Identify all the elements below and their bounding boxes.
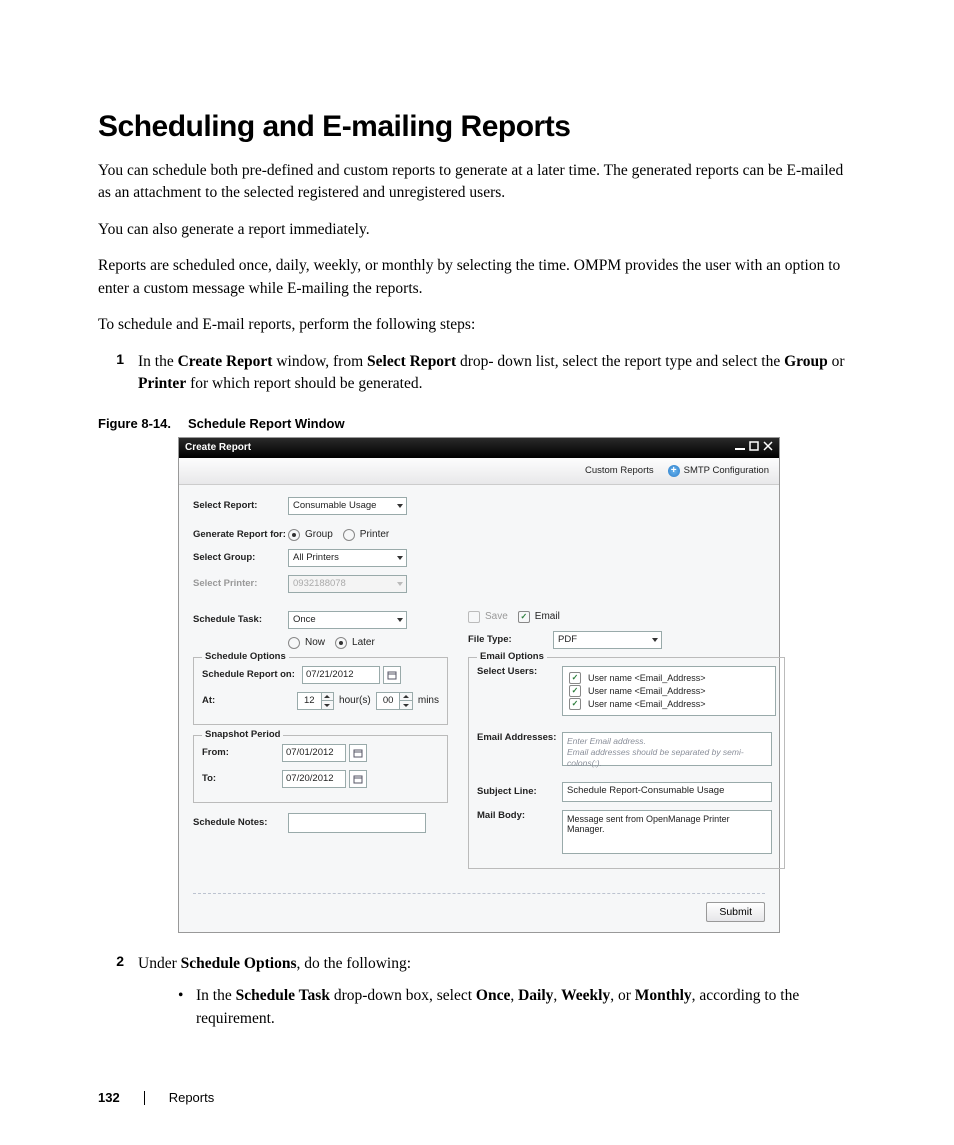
chevron-down-icon — [397, 504, 403, 508]
figure-caption: Figure 8-14.Schedule Report Window — [98, 416, 856, 431]
snapshot-period-fieldset: Snapshot Period From: 07/01/2012 To: 07/… — [193, 735, 448, 803]
schedule-on-label: Schedule Report on: — [202, 669, 302, 680]
para-3: Reports are scheduled once, daily, weekl… — [98, 255, 856, 300]
chevron-down-icon — [397, 582, 403, 586]
chevron-down-icon — [397, 556, 403, 560]
radio-icon — [335, 637, 347, 649]
step-1-num: 1 — [98, 351, 138, 396]
checkbox-icon — [569, 672, 581, 684]
min-input[interactable]: 00 — [376, 692, 401, 710]
calendar-icon[interactable] — [349, 744, 367, 762]
schedule-notes-label: Schedule Notes: — [193, 817, 288, 828]
window-title: Create Report — [185, 442, 251, 453]
checkbox-icon — [518, 611, 530, 623]
from-date-input[interactable]: 07/01/2012 — [282, 744, 346, 762]
calendar-icon[interactable] — [349, 770, 367, 788]
checkbox-icon — [569, 685, 581, 697]
to-date-input[interactable]: 07/20/2012 — [282, 770, 346, 788]
subject-line-input[interactable]: Schedule Report-Consumable Usage — [562, 782, 772, 802]
chevron-down-icon — [397, 618, 403, 622]
email-options-fieldset: Email Options Select Users: User name <E… — [468, 657, 785, 869]
minimize-icon[interactable] — [735, 441, 745, 454]
select-report-dropdown[interactable]: Consumable Usage — [288, 497, 407, 515]
smtp-config-link[interactable]: + SMTP Configuration — [668, 465, 769, 477]
page-footer: 132 Reports — [98, 1090, 856, 1105]
step-2-num: 2 — [98, 953, 138, 1030]
chevron-down-icon — [652, 638, 658, 642]
checkbox-icon — [468, 611, 480, 623]
footer-separator — [144, 1091, 145, 1105]
schedule-date-input[interactable]: 07/21/2012 — [302, 666, 380, 684]
para-2: You can also generate a report immediate… — [98, 219, 856, 241]
select-printer-label: Select Printer: — [193, 578, 288, 589]
radio-later[interactable]: Later — [335, 637, 375, 649]
plus-icon: + — [668, 465, 680, 477]
maximize-icon[interactable] — [749, 441, 759, 454]
to-label: To: — [202, 773, 282, 784]
close-icon[interactable] — [763, 441, 773, 454]
radio-group[interactable]: Group — [288, 529, 333, 541]
save-checkbox[interactable]: Save — [468, 611, 508, 623]
checkbox-icon — [569, 698, 581, 710]
radio-icon — [288, 637, 300, 649]
radio-icon — [343, 529, 355, 541]
create-report-window: Create Report Custom Reports + SMTP Conf… — [178, 437, 780, 933]
schedule-notes-input[interactable] — [288, 813, 426, 833]
window-titlebar: Create Report — [179, 438, 779, 458]
select-users-box[interactable]: User name <Email_Address> User name <Ema… — [562, 666, 776, 716]
section-name: Reports — [169, 1090, 215, 1105]
step-2: 2 Under Schedule Options, do the followi… — [98, 953, 856, 1030]
file-type-dropdown[interactable]: PDF — [553, 631, 662, 649]
radio-icon — [288, 529, 300, 541]
custom-reports-link[interactable]: Custom Reports — [585, 465, 654, 476]
email-addresses-label: Email Addresses: — [477, 732, 562, 743]
para-4: To schedule and E-mail reports, perform … — [98, 314, 856, 336]
select-users-label: Select Users: — [477, 666, 562, 677]
subject-line-label: Subject Line: — [477, 786, 562, 797]
hour-input[interactable]: 12 — [297, 692, 322, 710]
schedule-task-dropdown[interactable]: Once — [288, 611, 407, 629]
mail-body-input[interactable]: Message sent from OpenManage Printer Man… — [562, 810, 772, 854]
submit-button[interactable]: Submit — [706, 902, 765, 922]
file-type-label: File Type: — [468, 634, 553, 645]
generate-for-label: Generate Report for: — [193, 529, 288, 540]
page-number: 132 — [98, 1090, 120, 1105]
email-addresses-input[interactable]: Enter Email address. Email addresses sho… — [562, 732, 772, 766]
bullet-1: • In the Schedule Task drop-down box, se… — [178, 985, 856, 1030]
at-label: At: — [202, 695, 297, 706]
step-1: 1 In the Create Report window, from Sele… — [98, 351, 856, 396]
divider — [193, 893, 765, 894]
schedule-options-fieldset: Schedule Options Schedule Report on: 07/… — [193, 657, 448, 725]
window-toolbar: Custom Reports + SMTP Configuration — [179, 458, 779, 485]
from-label: From: — [202, 747, 282, 758]
calendar-icon[interactable] — [383, 666, 401, 684]
hour-stepper[interactable] — [322, 692, 334, 710]
email-checkbox[interactable]: Email — [518, 611, 560, 623]
select-group-dropdown[interactable]: All Printers — [288, 549, 407, 567]
radio-printer[interactable]: Printer — [343, 529, 389, 541]
min-stepper[interactable] — [400, 692, 412, 710]
para-1: You can schedule both pre-defined and cu… — [98, 160, 856, 205]
page-heading: Scheduling and E-mailing Reports — [98, 110, 856, 144]
schedule-task-label: Schedule Task: — [193, 614, 288, 625]
select-group-label: Select Group: — [193, 552, 288, 563]
select-printer-dropdown: 0932188078 — [288, 575, 407, 593]
select-report-label: Select Report: — [193, 500, 288, 511]
radio-now[interactable]: Now — [288, 637, 325, 649]
mail-body-label: Mail Body: — [477, 810, 562, 821]
